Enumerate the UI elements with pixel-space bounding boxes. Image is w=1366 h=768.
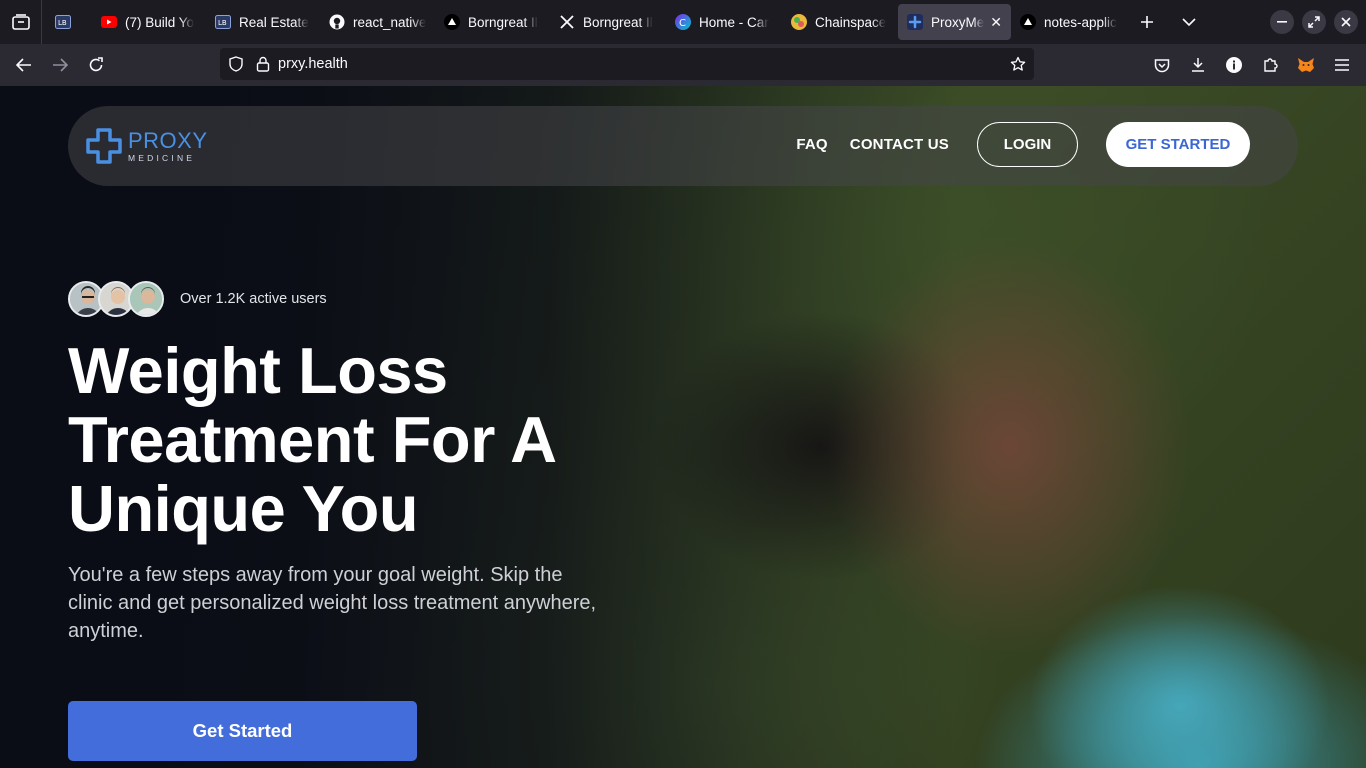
- reload-button[interactable]: [78, 47, 114, 83]
- minimize-icon: [1277, 21, 1287, 23]
- header-get-started-button[interactable]: GET STARTED: [1106, 122, 1250, 167]
- hero-title: Weight Loss Treatment For A Unique You: [68, 334, 555, 545]
- app-menu-button[interactable]: [1324, 47, 1360, 83]
- tab-label: react_native: [353, 14, 426, 30]
- tab-canva[interactable]: C Home - Car: [666, 4, 782, 40]
- restore-button[interactable]: [1302, 10, 1326, 34]
- chainspace-icon: [791, 14, 807, 30]
- tab-label: Borngreat Il: [468, 14, 538, 30]
- tab-borngreat-1[interactable]: Borngreat Il: [435, 4, 550, 40]
- svg-text:LB: LB: [58, 19, 67, 27]
- get-started-button[interactable]: Get Started: [68, 701, 417, 761]
- downloads-button[interactable]: [1180, 47, 1216, 83]
- logo-text: PROXY MEDICINE: [128, 127, 208, 163]
- app-icon: LB: [215, 14, 231, 30]
- download-icon: [1192, 58, 1204, 72]
- puzzle-icon: [1264, 58, 1278, 72]
- firefox-view-button[interactable]: [0, 0, 42, 44]
- back-arrow-icon: [16, 58, 31, 72]
- avatar: [128, 281, 164, 317]
- forward-button[interactable]: [42, 47, 78, 83]
- tab-borngreat-2[interactable]: Borngreat Il: [550, 4, 666, 40]
- logo-name: PROXY: [128, 127, 208, 153]
- svg-text:C: C: [679, 18, 686, 29]
- url-text[interactable]: prxy.health: [278, 56, 348, 72]
- site-header: PROXY MEDICINE FAQ CONTACT US LOGIN GET …: [68, 106, 1298, 186]
- fox-icon: [1298, 58, 1314, 72]
- tab-label: (7) Build Yo: [125, 14, 195, 30]
- navigation-toolbar: prxy.health: [0, 44, 1366, 86]
- app-icon: LB: [55, 14, 71, 30]
- tab-label: Real Estate: [239, 14, 309, 30]
- reload-icon: [89, 57, 103, 72]
- tab-label: ProxyMed: [931, 14, 985, 30]
- canva-icon: C: [675, 14, 691, 30]
- hamburger-menu-icon: [1335, 59, 1349, 71]
- web-page: PROXY MEDICINE FAQ CONTACT US LOGIN GET …: [0, 86, 1366, 768]
- proxy-icon: [907, 14, 923, 30]
- firefox-view-icon: [11, 14, 30, 30]
- tab-chainspace[interactable]: Chainspace: [782, 4, 898, 40]
- tab-label: Chainspace: [815, 14, 887, 30]
- info-icon: [1226, 57, 1242, 73]
- list-all-tabs-button[interactable]: [1171, 4, 1207, 40]
- tab-github[interactable]: react_native: [320, 4, 435, 40]
- logo-subtitle: MEDICINE: [128, 152, 196, 163]
- tracking-protection-icon[interactable]: [228, 56, 244, 72]
- triangle-icon: [1020, 14, 1036, 30]
- active-users-text: Over 1.2K active users: [180, 291, 327, 307]
- tab-strip: LB (7) Build Yo LB Real Estate react_nat…: [42, 0, 1207, 44]
- github-icon: [329, 14, 345, 30]
- lock-icon[interactable]: [256, 56, 270, 72]
- logo[interactable]: PROXY MEDICINE: [84, 126, 208, 166]
- site-nav: FAQ CONTACT US LOGIN GET STARTED: [796, 122, 1250, 167]
- toolbar-actions: [1144, 47, 1360, 83]
- login-button[interactable]: LOGIN: [977, 122, 1078, 167]
- tab-label: notes-applic: [1044, 14, 1117, 30]
- tab-youtube[interactable]: (7) Build Yo: [92, 4, 206, 40]
- active-users-badge: Over 1.2K active users: [68, 281, 327, 317]
- back-button[interactable]: [6, 47, 42, 83]
- pocket-button[interactable]: [1144, 47, 1180, 83]
- proxy-cross-logo-icon: [86, 128, 122, 164]
- browser-tab-bar: LB (7) Build Yo LB Real Estate react_nat…: [0, 0, 1366, 44]
- svg-text:LB: LB: [218, 19, 227, 27]
- close-window-button[interactable]: [1334, 10, 1358, 34]
- window-controls: [1270, 0, 1366, 44]
- pocket-icon: [1154, 58, 1170, 72]
- close-tab-icon[interactable]: ✕: [990, 14, 1002, 31]
- address-bar[interactable]: prxy.health: [220, 48, 1034, 80]
- tab-notes[interactable]: notes-applic: [1011, 4, 1127, 40]
- extensions-button[interactable]: [1252, 47, 1288, 83]
- restore-icon: [1308, 16, 1320, 28]
- close-icon: [1341, 17, 1351, 27]
- nav-link-contact-us[interactable]: CONTACT US: [850, 136, 949, 153]
- new-tab-button[interactable]: [1129, 4, 1165, 40]
- chevron-down-icon: [1182, 18, 1196, 26]
- tab-label: Borngreat Il: [583, 14, 653, 30]
- minimize-button[interactable]: [1270, 10, 1294, 34]
- tab-real-estate[interactable]: LB Real Estate: [206, 4, 320, 40]
- triangle-icon: [444, 14, 460, 30]
- info-extension-button[interactable]: [1216, 47, 1252, 83]
- metamask-button[interactable]: [1288, 47, 1324, 83]
- tab-app[interactable]: LB: [46, 4, 92, 40]
- forward-arrow-icon: [53, 58, 68, 72]
- youtube-icon: [101, 14, 117, 30]
- plus-icon: [1141, 16, 1153, 28]
- hero-subtitle: You're a few steps away from your goal w…: [68, 564, 597, 642]
- tab-label: Home - Car: [699, 14, 769, 30]
- nav-link-faq[interactable]: FAQ: [796, 136, 827, 153]
- bookmark-star-icon[interactable]: [1010, 56, 1026, 72]
- x-logo-icon: [559, 14, 575, 30]
- tab-proxymed[interactable]: ProxyMed ✕: [898, 4, 1011, 40]
